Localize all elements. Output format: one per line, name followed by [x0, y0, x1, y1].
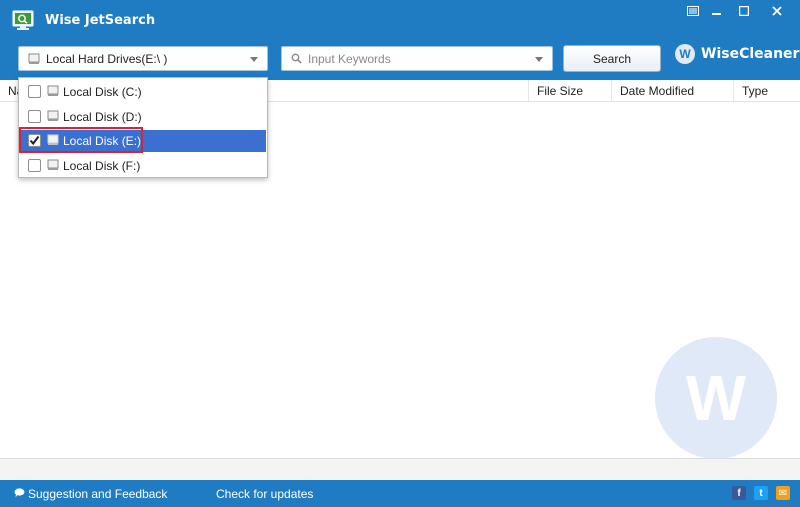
- menu-icon[interactable]: [682, 2, 704, 20]
- feedback-icon: [14, 487, 25, 501]
- watermark-letter: W: [685, 362, 747, 434]
- column-type[interactable]: Type: [733, 80, 800, 102]
- drive-select-value: Local Hard Drives(E:\ ): [46, 52, 168, 66]
- drive-icon: [47, 159, 59, 174]
- dropdown-item-f[interactable]: Local Disk (F:): [21, 155, 266, 177]
- keyword-history-chevron-icon[interactable]: [535, 57, 543, 62]
- drive-select[interactable]: Local Hard Drives(E:\ ): [18, 46, 268, 71]
- drive-icon: [47, 110, 59, 125]
- twitter-icon[interactable]: t: [754, 486, 768, 500]
- checkbox-f[interactable]: [28, 159, 41, 172]
- dropdown-item-label: Local Disk (C:): [63, 85, 142, 99]
- checkbox-c[interactable]: [28, 85, 41, 98]
- status-strip: [0, 458, 800, 480]
- search-button[interactable]: Search: [563, 45, 661, 72]
- close-icon[interactable]: [766, 2, 788, 20]
- brand[interactable]: W WiseCleaner: [675, 44, 799, 64]
- app-icon: [12, 9, 36, 31]
- keyword-search-field[interactable]: [281, 46, 553, 71]
- wisecleaner-watermark: W: [655, 337, 777, 459]
- keyword-input[interactable]: [308, 50, 528, 68]
- drive-icon: [47, 85, 59, 100]
- dropdown-item-label: Local Disk (D:): [63, 110, 142, 124]
- search-icon: [291, 53, 302, 67]
- annotation-highlight-box: [19, 127, 143, 153]
- drive-icon: [28, 53, 40, 68]
- maximize-icon[interactable]: [733, 2, 755, 20]
- checkbox-d[interactable]: [28, 110, 41, 123]
- column-date-modified[interactable]: Date Modified: [611, 80, 733, 102]
- feedback-link[interactable]: Suggestion and Feedback: [28, 487, 167, 501]
- brand-name: WiseCleaner: [701, 46, 800, 62]
- footer: Suggestion and Feedback Check for update…: [0, 480, 800, 507]
- top-bar: Wise JetSearch Local Hard Drives(E:\ ) S…: [0, 0, 800, 80]
- facebook-icon[interactable]: f: [732, 486, 746, 500]
- dropdown-item-c[interactable]: Local Disk (C:): [21, 81, 266, 103]
- dropdown-item-label: Local Disk (F:): [63, 159, 141, 173]
- minimize-icon[interactable]: [706, 2, 728, 20]
- title-bar: Wise JetSearch: [0, 0, 800, 38]
- chevron-down-icon[interactable]: [250, 57, 258, 62]
- wisecleaner-logo-icon: W: [675, 44, 695, 64]
- column-file-size[interactable]: File Size: [528, 80, 611, 102]
- dropdown-item-d[interactable]: Local Disk (D:): [21, 106, 266, 128]
- mail-icon[interactable]: ✉: [776, 486, 790, 500]
- app-title: Wise JetSearch: [45, 13, 156, 28]
- check-updates-link[interactable]: Check for updates: [216, 487, 313, 501]
